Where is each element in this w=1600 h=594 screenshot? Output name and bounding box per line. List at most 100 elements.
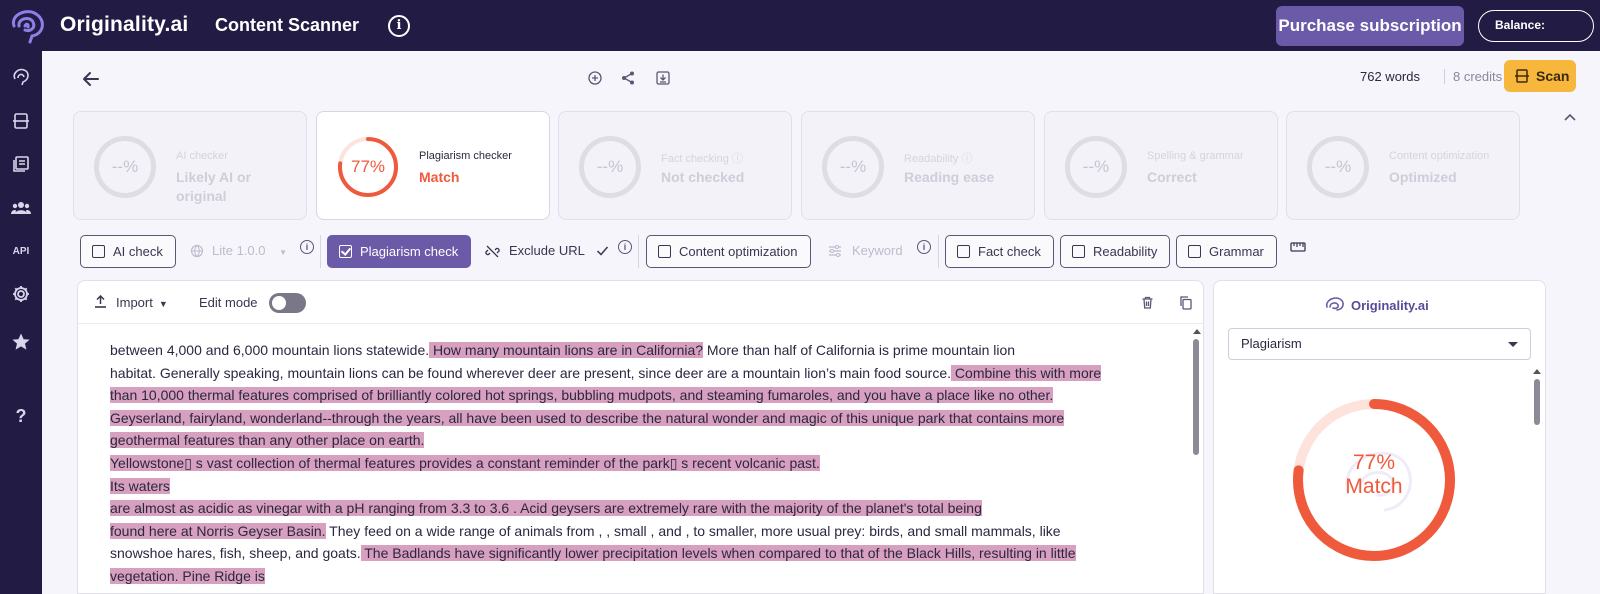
plagiarism-highlight[interactable]: Combine this with more — [951, 364, 1102, 381]
plagiarism-highlight[interactable]: than 10,000 thermal features comprised o… — [110, 387, 1054, 404]
results-panel: Originality.ai Plagiarism 77% Match — [1213, 280, 1546, 594]
top-nav-bar: Originality.ai Content Scanner i Purchas… — [0, 0, 1600, 51]
import-button[interactable]: Import ▼ — [94, 295, 168, 310]
api-icon[interactable]: API — [10, 241, 32, 263]
card-label: Fact checking ⓘ — [661, 153, 743, 165]
chevron-down-icon: ▼ — [279, 248, 288, 257]
checkbox-icon — [1072, 245, 1085, 258]
text-line: habitat. Generally speaking, mountain li… — [110, 362, 1170, 385]
chevron-up-icon[interactable] — [1563, 112, 1577, 122]
fact-check-toggle[interactable]: Fact check — [945, 235, 1054, 268]
content-optimization-card[interactable]: --% Content optimization Optimized — [1286, 111, 1520, 220]
model-select[interactable]: Lite 1.0.0 ▼ — [190, 235, 287, 268]
back-arrow-icon[interactable] — [80, 68, 102, 90]
trash-icon[interactable] — [1140, 295, 1155, 310]
text-line: are almost as acidic as vinegar with a p… — [110, 497, 1170, 520]
document-scan-icon[interactable] — [10, 111, 32, 133]
checkbox-icon — [92, 245, 105, 258]
match-label: Match — [1345, 475, 1403, 498]
help-icon[interactable]: ? — [10, 405, 32, 427]
plagiarism-highlight[interactable]: Yellowstone▯ s vast collection of therma… — [110, 454, 820, 471]
divider — [938, 235, 939, 268]
content-optimization-toggle[interactable]: Content optimization — [646, 235, 811, 268]
plagiarism-highlight[interactable]: vegetation. Pine Ridge is — [110, 567, 265, 584]
plagiarism-check-label: Plagiarism check — [360, 244, 459, 259]
readability-ring: --% — [822, 136, 884, 198]
ai-check-toggle[interactable]: AI check — [80, 235, 176, 268]
fact-checking-card[interactable]: --% Fact checking ⓘ Not checked — [558, 111, 792, 220]
scroll-thumb[interactable] — [1193, 339, 1199, 455]
edit-mode-label: Edit mode — [199, 295, 258, 310]
plagiarism-score-text: 77% — [350, 157, 386, 176]
ruler-icon[interactable] — [1290, 240, 1306, 254]
scan-button[interactable]: Scan — [1504, 60, 1576, 92]
panel-scrollbar[interactable] — [1533, 369, 1541, 589]
download-icon[interactable] — [655, 70, 671, 86]
info-icon[interactable]: i — [618, 240, 632, 254]
plagiarism-highlight[interactable]: Its waters — [110, 477, 170, 494]
content-optimization-label: Content optimization — [679, 244, 798, 259]
keyword-label: Keyword — [852, 243, 903, 258]
star-icon[interactable] — [10, 332, 32, 354]
library-icon[interactable] — [10, 154, 32, 176]
ai-checker-ring: --% — [94, 136, 156, 198]
report-type-select[interactable]: Plagiarism — [1228, 328, 1531, 360]
ai-check-label: AI check — [113, 244, 163, 259]
match-readout: 77% Match — [1290, 451, 1458, 499]
ai-checker-card[interactable]: --% AI checker Likely AI or original — [73, 111, 307, 220]
purchase-subscription-button[interactable]: Purchase subscription — [1276, 6, 1464, 46]
edit-mode-toggle[interactable] — [269, 293, 306, 313]
text-line: found here at Norris Geyser Basin. They … — [110, 520, 1170, 543]
readability-toggle[interactable]: Readability — [1060, 235, 1171, 268]
gear-icon[interactable] — [10, 284, 32, 306]
share-icon[interactable] — [620, 70, 636, 86]
keyword-input[interactable]: Keyword — [828, 235, 903, 268]
card-value: Correct — [1147, 169, 1197, 185]
check-icon — [596, 246, 609, 256]
plagiarism-highlight[interactable]: The Badlands have significantly lower pr… — [360, 545, 1076, 562]
brand-name[interactable]: Originality.ai — [60, 13, 188, 37]
scroll-up-arrow-icon[interactable] — [1193, 329, 1201, 334]
sliders-icon — [829, 245, 841, 257]
copy-icon[interactable] — [1178, 295, 1193, 310]
scroll-up-arrow-icon[interactable] — [1533, 369, 1541, 374]
panel-brand-name: Originality.ai — [1351, 298, 1429, 313]
text-segment: They feed on a wide range of animals fro… — [325, 522, 1061, 539]
editor-scrollbar[interactable] — [1193, 329, 1201, 594]
balance-button[interactable]: Balance: — [1478, 10, 1594, 42]
plagiarism-highlight[interactable]: Geyserland, fairyland, wonderland--throu… — [110, 409, 1065, 426]
fact-checking-ring: --% — [579, 136, 641, 198]
globe-icon — [190, 244, 204, 258]
readability-card[interactable]: --% Readability ⓘ Reading ease — [801, 111, 1035, 220]
info-icon[interactable]: i — [917, 240, 931, 254]
plagiarism-highlight[interactable]: are almost as acidic as vinegar with a p… — [110, 500, 982, 517]
unlink-icon — [485, 245, 500, 258]
card-value: Likely AI or original — [176, 169, 251, 204]
plagiarism-highlight[interactable]: geothermal features than any other place… — [110, 432, 425, 449]
editor-toolbar: Import ▼ Edit mode — [78, 281, 1203, 324]
fact-check-label: Fact check — [978, 244, 1041, 259]
exclude-url-toggle[interactable]: Exclude URL — [485, 235, 609, 268]
import-label: Import — [116, 295, 153, 310]
spelling-grammar-card[interactable]: --% Spelling & grammar Correct — [1044, 111, 1278, 220]
text-segment: More than half of California is prime mo… — [703, 342, 1016, 358]
brain-icon[interactable] — [10, 67, 32, 89]
info-icon[interactable]: i — [300, 240, 314, 254]
team-icon[interactable] — [10, 198, 32, 220]
document-text[interactable]: between 4,000 and 6,000 mountain lions s… — [110, 339, 1170, 588]
grammar-toggle[interactable]: Grammar — [1176, 235, 1277, 268]
brain-logo-icon[interactable] — [6, 6, 50, 44]
brain-logo-icon — [1325, 297, 1344, 311]
checkbox-icon — [957, 245, 970, 258]
add-circle-icon[interactable] — [587, 70, 603, 86]
plagiarism-highlight[interactable]: How many mountain lions are in Californi… — [429, 342, 704, 358]
text-line: vegetation. Pine Ridge is — [110, 565, 1170, 588]
plagiarism-checker-card[interactable]: 77% Plagiarism checker Match — [316, 111, 550, 220]
scroll-thumb[interactable] — [1534, 379, 1540, 425]
plagiarism-highlight[interactable]: found here at Norris Geyser Basin. — [110, 522, 326, 539]
card-label: AI checker — [176, 150, 228, 162]
plagiarism-check-toggle[interactable]: Plagiarism check — [327, 235, 472, 268]
text-line: geothermal features than any other place… — [110, 429, 1170, 452]
info-icon[interactable]: i — [388, 15, 410, 37]
readability-label: Readability — [1093, 244, 1158, 259]
